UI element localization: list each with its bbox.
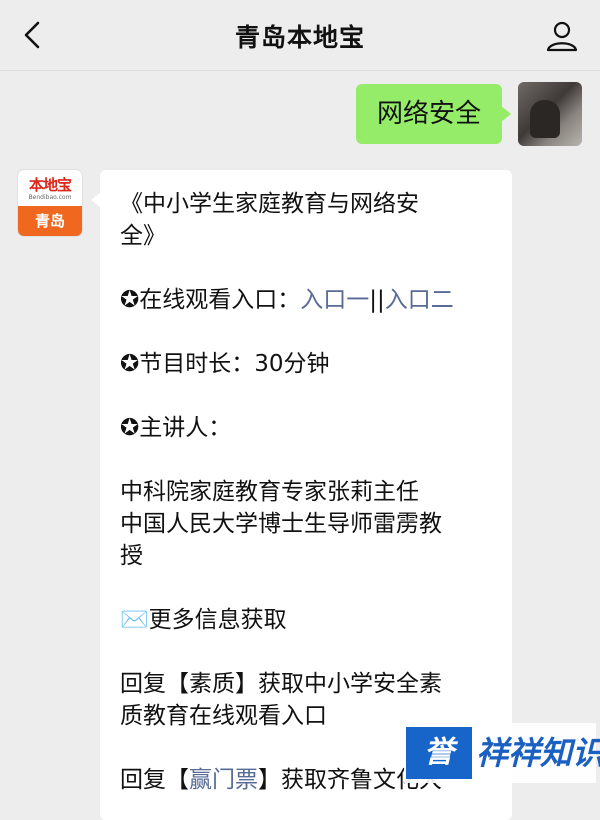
speaker-one: 中科院家庭教育专家张莉主任 [120, 479, 419, 505]
brand-avatar[interactable]: 本地宝 Bendibao.com 青岛 [18, 170, 82, 236]
brand-logo-url: Bendibao.com [28, 194, 72, 201]
speaker-two-line2: 授 [120, 543, 143, 569]
chat-title: 青岛本地宝 [234, 23, 365, 52]
program-title-line1: 《中小学生家庭教育与网络安 [120, 191, 419, 217]
brand-logo-text: 本地宝 [28, 176, 72, 194]
brand-city-label: 青岛 [18, 206, 82, 236]
person-icon[interactable] [544, 18, 580, 54]
watermark: 誉 祥祥知识 [404, 723, 600, 783]
ticket-link[interactable]: 赢门票 [189, 767, 258, 793]
entry-two-link[interactable]: 入口二 [385, 287, 454, 313]
program-title-line2: 全》 [120, 223, 166, 249]
watermark-text: 祥祥知识 [476, 734, 600, 772]
watch-entry-line: ✪在线观看入口：入口一||入口二 [120, 284, 500, 316]
speaker-two-line1: 中国人民大学博士生导师雷雳教 [120, 511, 442, 537]
entry-one-link[interactable]: 入口一 [300, 287, 369, 313]
watermark-logo: 誉 [406, 727, 472, 779]
duration-line: ✪节目时长：30分钟 [120, 351, 330, 377]
user-avatar[interactable] [518, 82, 582, 146]
speakers-label: ✪主讲人： [120, 415, 232, 441]
more-info-line: ✉️更多信息获取 [120, 607, 287, 633]
top-bar: 青岛本地宝 [0, 0, 600, 71]
reply-instruction-2-prefix: 回复【 [120, 767, 189, 793]
entry-separator: || [369, 287, 385, 313]
reply-instruction-1-line1: 回复【素质】获取中小学安全素 [120, 671, 442, 697]
sent-message-bubble[interactable]: 网络安全 [356, 84, 511, 144]
watch-entry-label: ✪在线观看入口： [120, 287, 301, 313]
